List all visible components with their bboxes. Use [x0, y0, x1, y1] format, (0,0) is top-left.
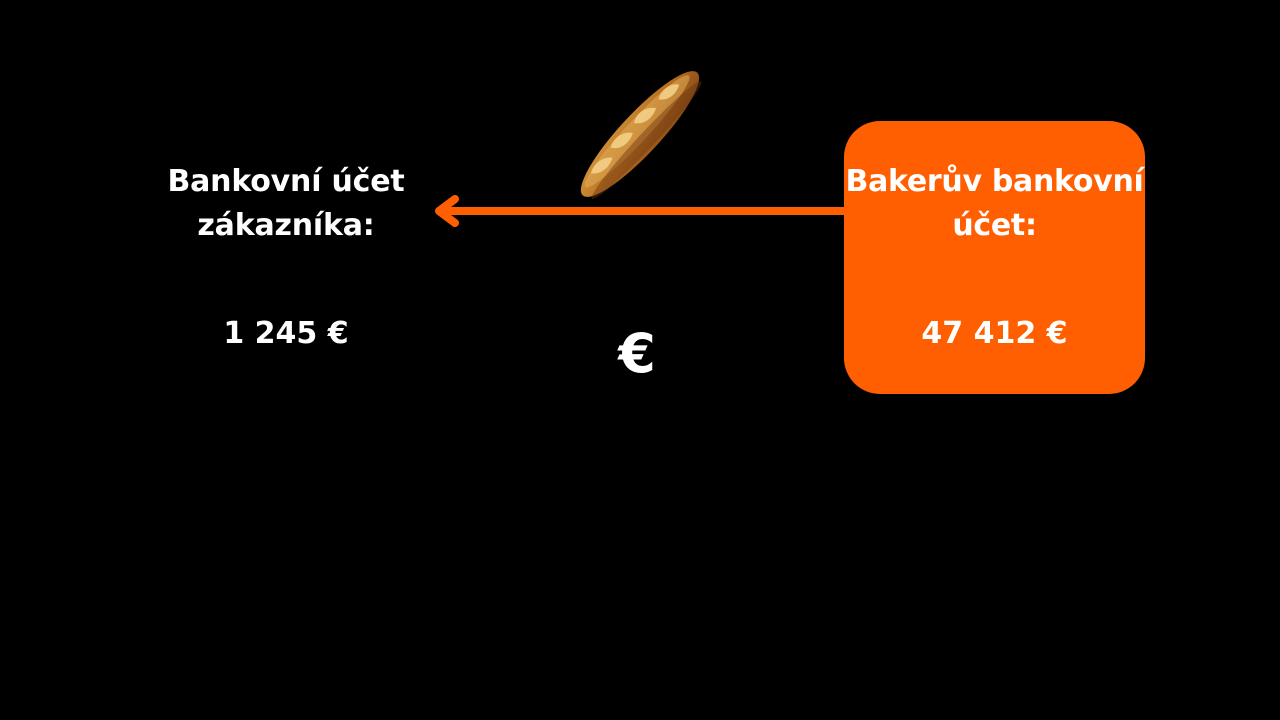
baguette-icon: [580, 71, 702, 199]
